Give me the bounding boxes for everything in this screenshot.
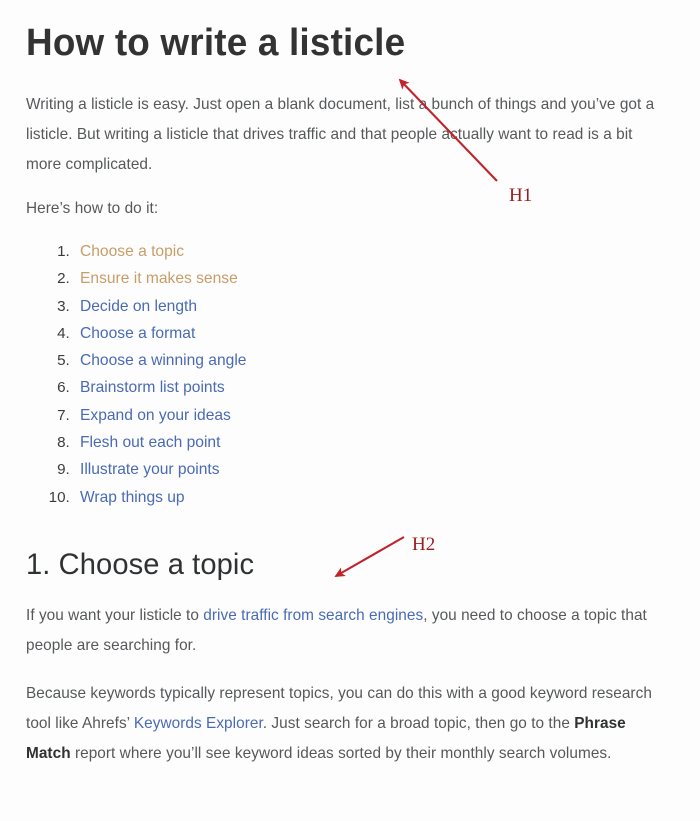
section-paragraph-1: If you want your listicle to drive traff… (26, 601, 662, 661)
list-item: Wrap things up (74, 484, 674, 511)
paragraph-text-segment: If you want your listicle to (26, 606, 204, 624)
article-page: How to write a listicle Writing a listic… (0, 0, 700, 821)
h2-callout-label: H2 (412, 534, 436, 555)
list-item: Brainstorm list points (74, 374, 674, 401)
list-item: Flesh out each point (74, 429, 674, 456)
toc-link-9[interactable]: Illustrate your points (80, 461, 220, 478)
toc-link-5[interactable]: Choose a winning angle (80, 352, 246, 369)
page-title: How to write a listicle (26, 22, 406, 64)
list-item: Decide on length (74, 293, 674, 320)
toc-link-4[interactable]: Choose a format (80, 325, 195, 342)
article-content: How to write a listicle Writing a listic… (26, 0, 674, 769)
list-item: Choose a winning angle (74, 347, 674, 374)
link-keywords-explorer[interactable]: Keywords Explorer (134, 715, 263, 732)
list-item: Illustrate your points (74, 456, 674, 483)
paragraph-text-segment: . Just search for a broad topic, then go… (262, 714, 575, 732)
link-drive-traffic-from-search-engines[interactable]: drive traffic from search engines (203, 607, 423, 624)
toc-link-7[interactable]: Expand on your ideas (80, 407, 231, 424)
h1-callout-label: H1 (509, 185, 533, 206)
toc-link-3[interactable]: Decide on length (80, 298, 197, 315)
section-heading: 1. Choose a topic (26, 547, 255, 581)
intro-paragraph: Writing a listicle is easy. Just open a … (26, 96, 655, 173)
toc-link-1[interactable]: Choose a topic (80, 243, 184, 260)
toc-link-6[interactable]: Brainstorm list points (80, 379, 225, 396)
table-of-contents-list: Choose a topic Ensure it makes sense Dec… (26, 238, 674, 511)
paragraph-text-segment: report where you’ll see keyword ideas so… (70, 744, 612, 762)
list-item: Ensure it makes sense (74, 265, 674, 292)
toc-link-10[interactable]: Wrap things up (80, 489, 185, 506)
toc-link-8[interactable]: Flesh out each point (80, 434, 220, 451)
list-item: Expand on your ideas (74, 402, 674, 429)
list-item: Choose a format (74, 320, 674, 347)
list-item: Choose a topic (74, 238, 674, 265)
lead-in-text: Here’s how to do it: (26, 200, 159, 217)
section-paragraph-2: Because keywords typically represent top… (26, 679, 662, 769)
toc-link-2[interactable]: Ensure it makes sense (80, 270, 238, 287)
